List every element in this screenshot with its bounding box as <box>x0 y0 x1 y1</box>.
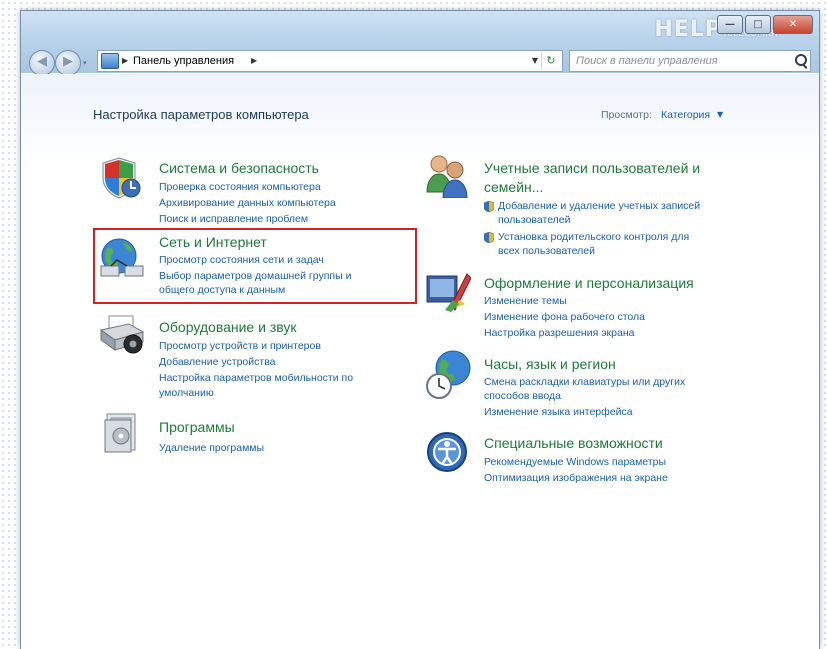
appearance-icon <box>426 273 471 312</box>
category-title-user-accounts[interactable]: Учетные записи пользователей и <box>484 160 700 176</box>
control-panel-window: HELPTELECOM.BY — □ ✕ ◀ ▶ ▾ ▶ Панель упра… <box>20 10 820 649</box>
address-dropdown-icon[interactable]: ▼ <box>532 51 538 71</box>
forward-arrow-icon: ▶ <box>63 54 73 69</box>
link-change-keyboard-cont[interactable]: способов ввода <box>484 390 561 402</box>
title-bar: HELPTELECOM.BY — □ ✕ ◀ ▶ ▾ ▶ Панель упра… <box>21 11 819 76</box>
back-button[interactable]: ◀ <box>29 50 55 76</box>
uac-shield-icon <box>484 232 494 243</box>
shield-icon <box>102 157 141 199</box>
link-optimize-display[interactable]: Оптимизация изображения на экране <box>484 472 668 484</box>
link-parental-controls-cont[interactable]: всех пользователей <box>498 245 595 257</box>
link-mobility-settings[interactable]: Настройка параметров мобильности по <box>159 372 353 384</box>
link-parental-controls[interactable]: Установка родительского контроля для <box>498 231 689 243</box>
search-icon[interactable] <box>795 54 807 66</box>
control-panel-icon <box>101 53 119 69</box>
link-network-status[interactable]: Просмотр состояния сети и задач <box>159 254 324 266</box>
window-buttons: — □ ✕ <box>717 15 813 34</box>
category-title-appearance[interactable]: Оформление и персонализация <box>484 275 694 291</box>
refresh-button[interactable]: ↻ <box>541 52 560 69</box>
minimize-button[interactable]: — <box>717 15 743 34</box>
category-title-programs[interactable]: Программы <box>159 419 235 435</box>
breadcrumb-control-panel[interactable]: Панель управления <box>133 51 234 71</box>
search-input[interactable]: Поиск в панели управления <box>576 51 718 71</box>
link-homegroup-options-cont[interactable]: общего доступа к данным <box>159 284 285 296</box>
main-content: Настройка параметров компьютера Просмотр… <box>21 74 819 649</box>
link-windows-recommended-settings[interactable]: Рекомендуемые Windows параметры <box>484 456 666 468</box>
link-uninstall-program[interactable]: Удаление программы <box>159 442 264 454</box>
maximize-button[interactable]: □ <box>745 15 771 34</box>
breadcrumb-separator-icon[interactable]: ▶ <box>122 51 128 71</box>
link-mobility-settings-cont[interactable]: умолчанию <box>159 387 214 399</box>
clock-globe-icon <box>426 350 471 399</box>
forward-button[interactable]: ▶ <box>55 50 81 76</box>
printer-icon <box>99 315 145 354</box>
link-change-theme[interactable]: Изменение темы <box>484 295 567 307</box>
category-title-ease-of-access[interactable]: Специальные возможности <box>484 435 663 451</box>
link-view-devices-printers[interactable]: Просмотр устройств и принтеров <box>159 340 321 352</box>
link-add-device[interactable]: Добавление устройства <box>159 356 276 368</box>
view-by-label: Просмотр: <box>601 109 652 121</box>
category-title-system-security[interactable]: Система и безопасность <box>159 160 319 176</box>
link-add-remove-accounts[interactable]: Добавление и удаление учетных записей <box>498 200 700 212</box>
users-icon <box>426 155 468 198</box>
link-change-desktop-background[interactable]: Изменение фона рабочего стола <box>484 311 645 323</box>
link-find-fix-problems[interactable]: Поиск и исправление проблем <box>159 213 308 225</box>
category-title-user-accounts-cont[interactable]: семейн... <box>484 179 543 195</box>
view-by-chevron-icon[interactable]: ▼ <box>717 110 723 119</box>
link-homegroup-options[interactable]: Выбор параметров домашней группы и <box>159 270 351 282</box>
link-backup-computer[interactable]: Архивирование данных компьютера <box>159 197 336 209</box>
link-add-remove-accounts-cont[interactable]: пользователей <box>498 214 571 226</box>
uac-shield-icon <box>484 201 494 212</box>
view-by-dropdown[interactable]: Категория <box>661 109 710 121</box>
back-arrow-icon: ◀ <box>37 54 47 69</box>
programs-icon <box>104 413 136 453</box>
page-title: Настройка параметров компьютера <box>93 107 309 122</box>
link-check-computer-status[interactable]: Проверка состояния компьютера <box>159 181 321 193</box>
breadcrumb-separator-icon[interactable]: ▶ <box>251 51 257 71</box>
address-bar[interactable]: ▶ Панель управления ▶ ▼ ↻ <box>97 50 563 72</box>
close-button[interactable]: ✕ <box>773 15 813 34</box>
search-box[interactable]: Поиск в панели управления <box>569 50 811 72</box>
history-dropdown[interactable]: ▾ <box>83 59 87 67</box>
category-title-hardware-sound[interactable]: Оборудование и звук <box>159 319 297 335</box>
network-icon <box>100 238 144 277</box>
link-screen-resolution[interactable]: Настройка разрешения экрана <box>484 327 634 339</box>
accessibility-icon <box>427 432 467 472</box>
link-change-display-language[interactable]: Изменение языка интерфейса <box>484 406 633 418</box>
category-title-clock-language[interactable]: Часы, язык и регион <box>484 356 616 372</box>
category-title-network-internet[interactable]: Сеть и Интернет <box>159 234 267 250</box>
link-change-keyboard[interactable]: Смена раскладки клавиатуры или других <box>484 376 685 388</box>
